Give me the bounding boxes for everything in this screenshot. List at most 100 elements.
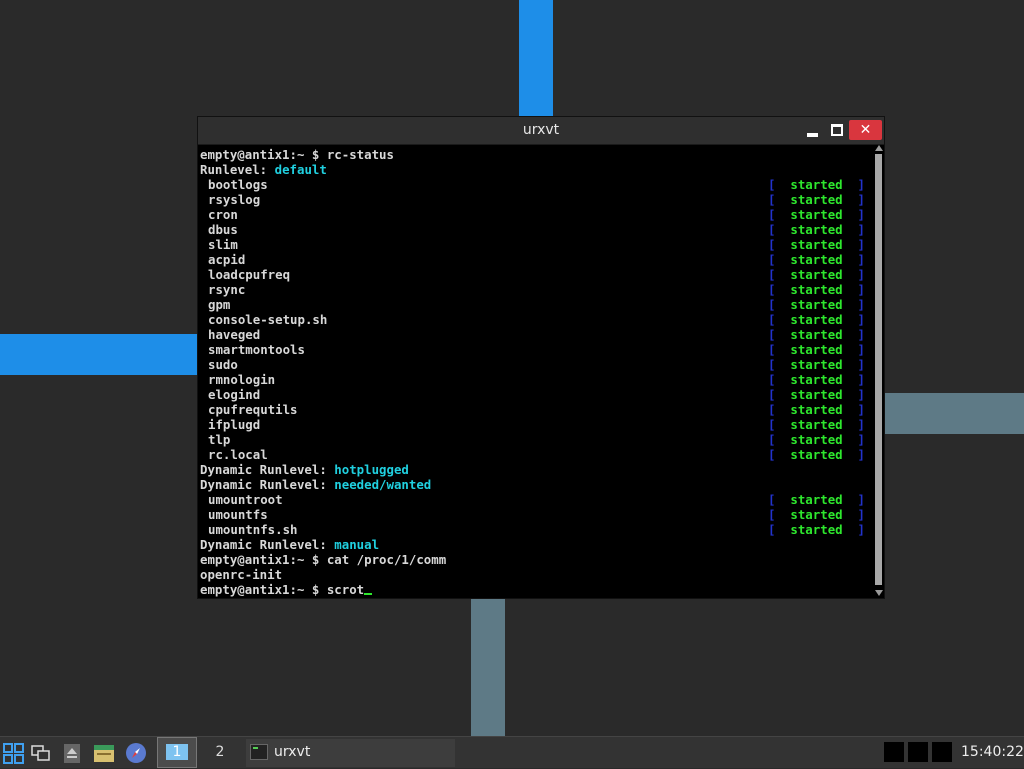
urxvt-window[interactable]: urxvt ✕ empty@antix1:~ $ rc-status Runlev… bbox=[197, 116, 885, 599]
workspace-2-button[interactable]: 2 bbox=[200, 737, 240, 768]
scrollbar-thumb[interactable] bbox=[875, 154, 882, 585]
service-status: [ started ] bbox=[768, 507, 865, 522]
workspace-1-button[interactable]: 1 bbox=[157, 737, 197, 768]
terminal-line: cpufrequtils [ started ] bbox=[200, 402, 872, 417]
windows-icon bbox=[31, 745, 50, 761]
terminal-scrollbar[interactable] bbox=[874, 145, 884, 598]
tray-slot-3[interactable] bbox=[932, 742, 952, 762]
tray-slot-1[interactable] bbox=[884, 742, 904, 762]
status-text: started bbox=[790, 192, 843, 207]
status-text: started bbox=[790, 522, 843, 537]
desktop-decoration-left bbox=[0, 334, 198, 375]
window-titlebar[interactable]: urxvt ✕ bbox=[198, 117, 884, 145]
menu-button[interactable] bbox=[3, 741, 25, 765]
service-status: [ started ] bbox=[768, 402, 865, 417]
maximize-icon bbox=[831, 124, 843, 136]
status-text: started bbox=[790, 402, 843, 417]
service-status: [ started ] bbox=[768, 207, 865, 222]
maximize-button[interactable] bbox=[824, 120, 850, 140]
status-bracket-close: ] bbox=[857, 402, 865, 417]
status-text: started bbox=[790, 417, 843, 432]
task-button-urxvt[interactable]: urxvt bbox=[246, 739, 455, 767]
terminal-line: gpm [ started ] bbox=[200, 297, 872, 312]
service-name: slim bbox=[208, 237, 238, 252]
status-text: started bbox=[790, 357, 843, 372]
service-name: elogind bbox=[208, 387, 261, 402]
show-desktop-button[interactable] bbox=[30, 741, 52, 765]
status-bracket-open: [ bbox=[768, 417, 776, 432]
service-status: [ started ] bbox=[768, 237, 865, 252]
terminal-cursor bbox=[364, 593, 373, 595]
service-name: acpid bbox=[208, 252, 246, 267]
status-text: started bbox=[790, 177, 843, 192]
status-bracket-open: [ bbox=[768, 222, 776, 237]
terminal-line: sudo [ started ] bbox=[200, 357, 872, 372]
status-text: started bbox=[790, 447, 843, 462]
status-bracket-open: [ bbox=[768, 177, 776, 192]
status-bracket-close: ] bbox=[857, 192, 865, 207]
service-status: [ started ] bbox=[768, 387, 865, 402]
service-status: [ started ] bbox=[768, 297, 865, 312]
terminal-line: empty@antix1:~ $ cat /proc/1/comm bbox=[200, 552, 872, 567]
service-name: umountfs bbox=[208, 507, 268, 522]
service-name: cpufrequtils bbox=[208, 402, 298, 417]
eject-button[interactable] bbox=[62, 741, 82, 765]
minimize-button[interactable] bbox=[800, 120, 826, 140]
tray-slot-2[interactable] bbox=[908, 742, 928, 762]
status-bracket-open: [ bbox=[768, 252, 776, 267]
service-name: tlp bbox=[208, 432, 231, 447]
status-bracket-close: ] bbox=[857, 522, 865, 537]
service-name: cron bbox=[208, 207, 238, 222]
status-bracket-close: ] bbox=[857, 447, 865, 462]
terminal-line: umountfs [ started ] bbox=[200, 507, 872, 522]
service-name: dbus bbox=[208, 222, 238, 237]
clock[interactable]: 15:40:22 bbox=[961, 744, 1024, 760]
status-bracket-close: ] bbox=[857, 342, 865, 357]
service-name: bootlogs bbox=[208, 177, 268, 192]
runlevel-label: Dynamic Runlevel: bbox=[200, 477, 335, 492]
service-name: haveged bbox=[208, 327, 261, 342]
terminal-text: openrc-init bbox=[200, 567, 283, 582]
service-name: umountroot bbox=[208, 492, 283, 507]
terminal-line: dbus [ started ] bbox=[200, 222, 872, 237]
desktop-decoration-bottom bbox=[471, 598, 505, 736]
runlevel-label: Dynamic Runlevel: bbox=[200, 537, 335, 552]
browser-button[interactable] bbox=[125, 741, 147, 765]
service-status: [ started ] bbox=[768, 252, 865, 267]
terminal-line: console-setup.sh [ started ] bbox=[200, 312, 872, 327]
status-bracket-open: [ bbox=[768, 402, 776, 417]
terminal-output[interactable]: empty@antix1:~ $ rc-status Runlevel: defa… bbox=[200, 147, 872, 597]
close-icon: ✕ bbox=[859, 122, 872, 138]
status-text: started bbox=[790, 267, 843, 282]
terminal-line: elogind [ started ] bbox=[200, 387, 872, 402]
scroll-down-arrow-icon[interactable] bbox=[875, 590, 883, 596]
status-bracket-close: ] bbox=[857, 267, 865, 282]
status-bracket-close: ] bbox=[857, 252, 865, 267]
minimize-icon bbox=[807, 133, 818, 137]
service-name: rsync bbox=[208, 282, 246, 297]
status-bracket-close: ] bbox=[857, 207, 865, 222]
service-status: [ started ] bbox=[768, 282, 865, 297]
terminal-icon bbox=[250, 744, 268, 760]
terminal-line: Dynamic Runlevel: manual bbox=[200, 537, 872, 552]
status-bracket-open: [ bbox=[768, 282, 776, 297]
service-status: [ started ] bbox=[768, 192, 865, 207]
status-bracket-close: ] bbox=[857, 387, 865, 402]
terminal-line: Runlevel: default bbox=[200, 162, 872, 177]
status-bracket-close: ] bbox=[857, 297, 865, 312]
service-name: umountnfs.sh bbox=[208, 522, 298, 537]
status-bracket-close: ] bbox=[857, 417, 865, 432]
status-bracket-open: [ bbox=[768, 327, 776, 342]
terminal-line: slim [ started ] bbox=[200, 237, 872, 252]
close-button[interactable]: ✕ bbox=[849, 120, 882, 140]
status-bracket-open: [ bbox=[768, 447, 776, 462]
service-name: sudo bbox=[208, 357, 238, 372]
terminal-line: haveged [ started ] bbox=[200, 327, 872, 342]
status-bracket-close: ] bbox=[857, 327, 865, 342]
status-bracket-close: ] bbox=[857, 507, 865, 522]
status-bracket-close: ] bbox=[857, 222, 865, 237]
terminal-line: smartmontools [ started ] bbox=[200, 342, 872, 357]
file-manager-button[interactable] bbox=[93, 741, 115, 765]
scroll-up-arrow-icon[interactable] bbox=[875, 145, 883, 151]
terminal-line: acpid [ started ] bbox=[200, 252, 872, 267]
